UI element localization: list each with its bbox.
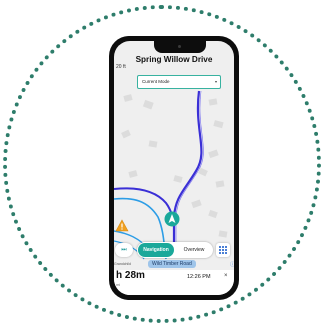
trip-summary-bar: h 28m mi 12:26 PM × <box>114 270 234 295</box>
close-icon[interactable]: × <box>224 273 228 279</box>
phone-frame: Spring Willow Drive 20 ft Current Mode ▾… <box>109 36 239 300</box>
info-icon[interactable]: ⓘ <box>230 261 234 268</box>
arrival-time: 12:26 PM <box>187 274 211 280</box>
mode-select-value: Current Mode <box>142 79 170 84</box>
distance-to-turn: 20 ft <box>116 64 126 70</box>
grid-menu-button[interactable] <box>216 243 230 257</box>
previous-road-label: Grandchild <box>114 262 131 266</box>
camera-icon <box>178 45 181 48</box>
skip-forward-button[interactable]: ⏭ <box>115 243 133 257</box>
mode-select[interactable]: Current Mode ▾ <box>137 75 221 89</box>
chevron-down-icon: ▾ <box>214 79 217 84</box>
street-title: Spring Willow Drive <box>135 55 213 64</box>
eta-duration: h 28m <box>116 270 145 281</box>
grid-icon <box>219 246 221 248</box>
navigation-tab[interactable]: Navigation <box>138 243 174 257</box>
current-location-icon <box>164 211 180 227</box>
phone-screen: Spring Willow Drive 20 ft Current Mode ▾… <box>114 41 234 295</box>
overview-tab[interactable]: Overview <box>177 243 211 257</box>
eta-distance: mi <box>116 282 121 287</box>
view-mode-toggle[interactable]: Navigation Overview <box>137 242 213 258</box>
current-road-label: Wild Timber Road <box>148 260 196 268</box>
warning-icon[interactable] <box>115 219 129 232</box>
